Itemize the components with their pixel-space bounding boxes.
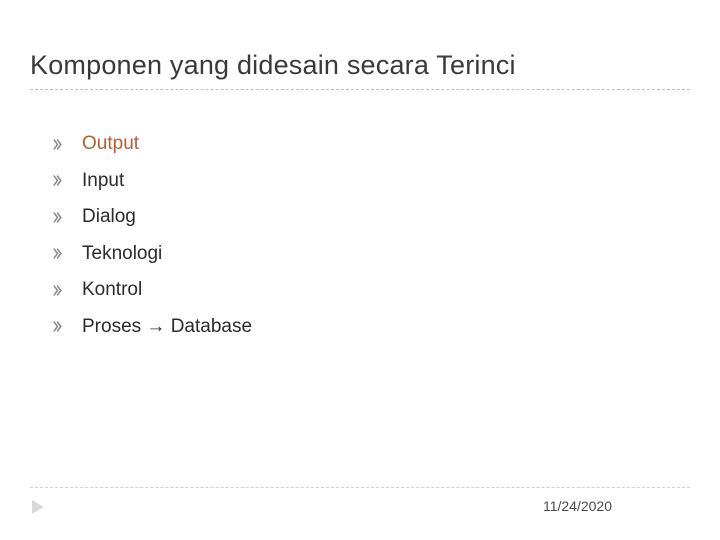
slide: Komponen yang didesain secara Terinci Ou… bbox=[0, 0, 720, 540]
list-item: Input bbox=[52, 167, 690, 196]
bullet-icon bbox=[52, 175, 68, 186]
list-item-label: Kontrol bbox=[82, 276, 142, 305]
bullet-list: Output Input Dialog Teknologi Kontrol bbox=[30, 130, 690, 341]
bullet-icon bbox=[52, 139, 68, 150]
footer-arrow-icon bbox=[32, 500, 48, 514]
list-item-label: Dialog bbox=[82, 203, 136, 232]
footer-divider bbox=[30, 487, 690, 488]
list-item: Proses → Database bbox=[52, 313, 690, 342]
slide-title: Komponen yang didesain secara Terinci bbox=[30, 50, 690, 87]
bullet-icon bbox=[52, 321, 68, 332]
bullet-icon bbox=[52, 285, 68, 296]
list-item-label: Input bbox=[82, 167, 124, 196]
list-item: Output bbox=[52, 130, 690, 159]
list-item: Kontrol bbox=[52, 276, 690, 305]
list-item-label: Proses → Database bbox=[82, 313, 252, 342]
list-item: Teknologi bbox=[52, 240, 690, 269]
list-item-label: Output bbox=[82, 130, 139, 159]
footer-date: 11/24/2020 bbox=[543, 498, 612, 514]
list-item: Dialog bbox=[52, 203, 690, 232]
bullet-icon bbox=[52, 248, 68, 259]
title-divider bbox=[30, 89, 690, 90]
list-item-label: Teknologi bbox=[82, 240, 162, 269]
bullet-icon bbox=[52, 212, 68, 223]
